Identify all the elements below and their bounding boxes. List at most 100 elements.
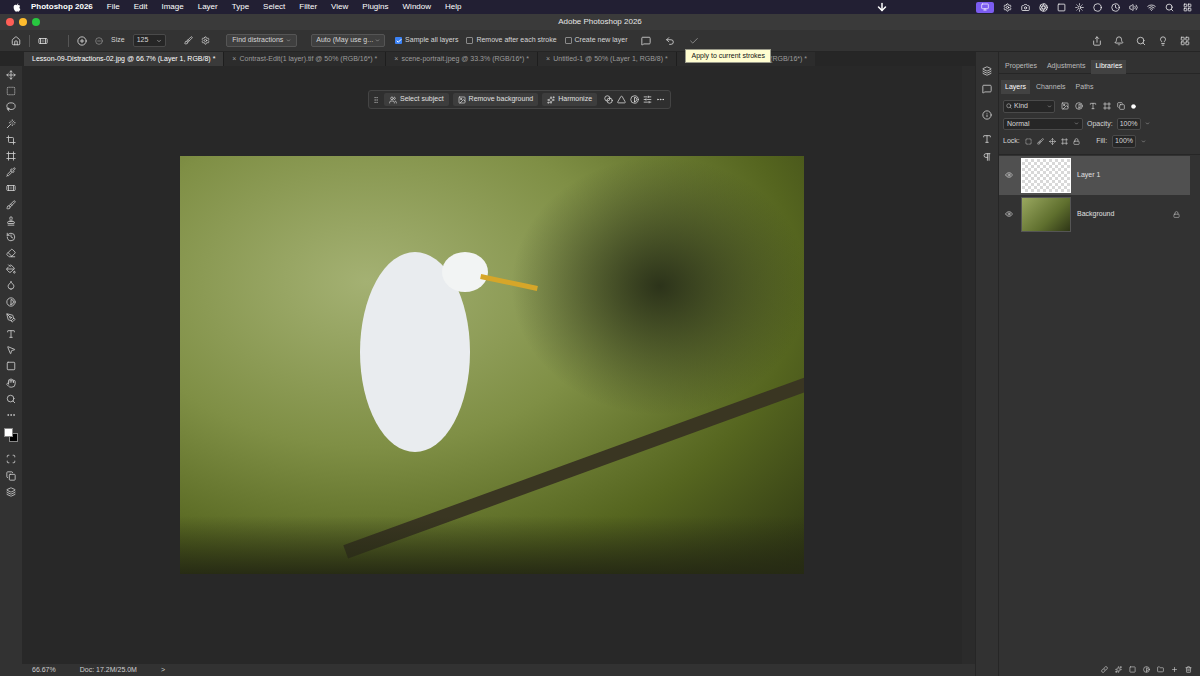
close-tab-button[interactable]: × (546, 54, 550, 65)
undo-stroke-icon[interactable] (665, 36, 675, 46)
comments-icon[interactable] (982, 84, 992, 94)
apple-logo-icon[interactable] (13, 3, 21, 12)
clock-icon[interactable] (1111, 3, 1120, 12)
chevron-down-icon[interactable] (1145, 121, 1150, 126)
lock-all-icon[interactable] (1073, 138, 1080, 145)
eyedropper-tool-icon[interactable] (6, 167, 16, 177)
move-tool-icon[interactable] (6, 70, 16, 80)
spotlight-icon[interactable] (1165, 3, 1174, 12)
visibility-eye-icon[interactable] (1005, 171, 1013, 179)
adjustment-icon[interactable] (630, 95, 639, 104)
layer-row[interactable]: Layer 1 (999, 156, 1190, 195)
menu-item[interactable]: File (107, 1, 120, 13)
layer-row[interactable]: Background (999, 195, 1190, 234)
minimize-window-button[interactable] (19, 18, 27, 26)
new-adjustment-icon[interactable] (1143, 666, 1150, 673)
blend-mode-dropdown[interactable]: Normal (1003, 118, 1083, 131)
quick-mask-icon[interactable] (6, 454, 16, 464)
document-tab[interactable]: Lesson-09-Distractions-02.jpg @ 66.7% (L… (24, 52, 223, 66)
rectangle-tool-icon[interactable] (6, 361, 16, 371)
record-icon[interactable] (1093, 3, 1102, 12)
document-tab[interactable]: ×scene-portrait.jpeg @ 33.3% (RGB/16*) * (385, 52, 537, 66)
task-bar-button[interactable]: Remove background (453, 93, 539, 106)
checkbox-box[interactable] (395, 37, 402, 44)
menu-item[interactable]: Edit (134, 1, 148, 13)
layers-panel-tab[interactable]: Paths (1072, 80, 1098, 94)
drag-handle-icon[interactable] (372, 95, 380, 105)
lock-artboard-icon[interactable] (1061, 138, 1068, 145)
blend-icon[interactable] (604, 95, 613, 104)
share-icon[interactable] (1092, 36, 1102, 46)
kind-filter-dropdown[interactable]: Kind (1003, 100, 1055, 113)
checkbox-option[interactable]: Sample all layers (395, 35, 458, 46)
adjustment-filter-icon[interactable] (1075, 102, 1083, 110)
gradient-tool-icon[interactable] (6, 264, 16, 274)
control-center-icon[interactable] (1183, 3, 1192, 12)
panel-tab[interactable]: Libraries (1091, 60, 1126, 74)
filter-toggle-icon[interactable] (1131, 104, 1136, 109)
lasso-tool-icon[interactable] (6, 102, 16, 112)
menu-item[interactable]: Image (161, 1, 183, 13)
menu-item[interactable]: Layer (198, 1, 218, 13)
add-mask-icon[interactable] (1129, 666, 1136, 673)
menu-item[interactable]: Help (445, 1, 461, 13)
checkbox-box[interactable] (466, 37, 473, 44)
layers-panel-tab[interactable]: Channels (1032, 80, 1070, 94)
checkbox-box[interactable] (565, 37, 572, 44)
menu-item[interactable]: Window (403, 1, 431, 13)
link-layers-icon[interactable] (1101, 666, 1108, 673)
hand-tool-icon[interactable] (6, 378, 16, 388)
layers-panel-icon[interactable] (982, 66, 992, 76)
crop-tool-icon[interactable] (6, 135, 16, 145)
layer-style-icon[interactable] (1115, 666, 1122, 673)
smart-object-filter-icon[interactable] (1117, 102, 1125, 110)
settings-icon[interactable] (1003, 3, 1012, 12)
size-field[interactable]: 125 (133, 34, 167, 47)
document-tab[interactable]: ×Untitled-1 @ 50% (Layer 1, RGB/8) * (537, 52, 676, 66)
character-icon[interactable] (982, 134, 992, 144)
app-icon[interactable] (1057, 3, 1066, 12)
lock-pixels-icon[interactable] (1037, 138, 1044, 145)
pixel-filter-icon[interactable] (1061, 102, 1069, 110)
app-menu[interactable]: Photoshop 2026 (31, 1, 93, 13)
screen-mode-icon[interactable] (6, 471, 16, 481)
fill-field[interactable]: 100% (1112, 135, 1136, 148)
home-icon[interactable] (11, 36, 21, 46)
zoom-level[interactable]: 66.67% (32, 665, 56, 676)
shape-filter-icon[interactable] (1103, 102, 1111, 110)
panel-tab[interactable]: Adjustments (1043, 60, 1090, 74)
type-tool-icon[interactable] (6, 329, 16, 339)
mask-icon[interactable] (643, 95, 652, 104)
task-bar-button[interactable]: Harmonize (542, 93, 597, 106)
menu-item[interactable]: Type (232, 1, 249, 13)
history-brush-icon[interactable] (6, 232, 16, 242)
task-bar-button[interactable]: Select subject (384, 93, 449, 106)
lock-transparent-icon[interactable] (1025, 138, 1032, 145)
panel-tab[interactable]: Properties (1001, 60, 1041, 74)
remove-tool-icon[interactable] (38, 36, 48, 46)
type-filter-icon[interactable] (1089, 102, 1097, 110)
mode-dropdown[interactable]: Auto (May use g... (311, 34, 385, 47)
feedback-icon[interactable] (641, 36, 651, 46)
new-group-icon[interactable] (1157, 666, 1164, 673)
menu-item[interactable]: Select (263, 1, 285, 13)
menu-item[interactable]: Filter (299, 1, 317, 13)
info-icon[interactable] (982, 110, 992, 120)
menu-item[interactable]: View (331, 1, 348, 13)
lock-position-icon[interactable] (1049, 138, 1056, 145)
screen-share-status[interactable] (976, 2, 994, 13)
subtract-stroke-icon[interactable] (95, 37, 103, 45)
eraser-tool-icon[interactable] (6, 248, 16, 258)
delete-layer-icon[interactable] (1185, 666, 1192, 673)
brush-settings-icon[interactable] (184, 36, 193, 45)
layers-panel-tab[interactable]: Layers (1001, 80, 1030, 94)
add-stroke-icon[interactable] (77, 36, 87, 46)
find-distractions-button[interactable]: Find distractions (226, 34, 297, 47)
pen-tool-icon[interactable] (6, 313, 16, 323)
color-swatches[interactable] (4, 428, 18, 442)
checkbox-option[interactable]: Remove after each stroke (466, 35, 556, 46)
visibility-eye-icon[interactable] (1005, 210, 1013, 218)
aperture-icon[interactable] (1039, 3, 1048, 12)
close-window-button[interactable] (6, 18, 14, 26)
close-tab-button[interactable]: × (232, 54, 236, 65)
